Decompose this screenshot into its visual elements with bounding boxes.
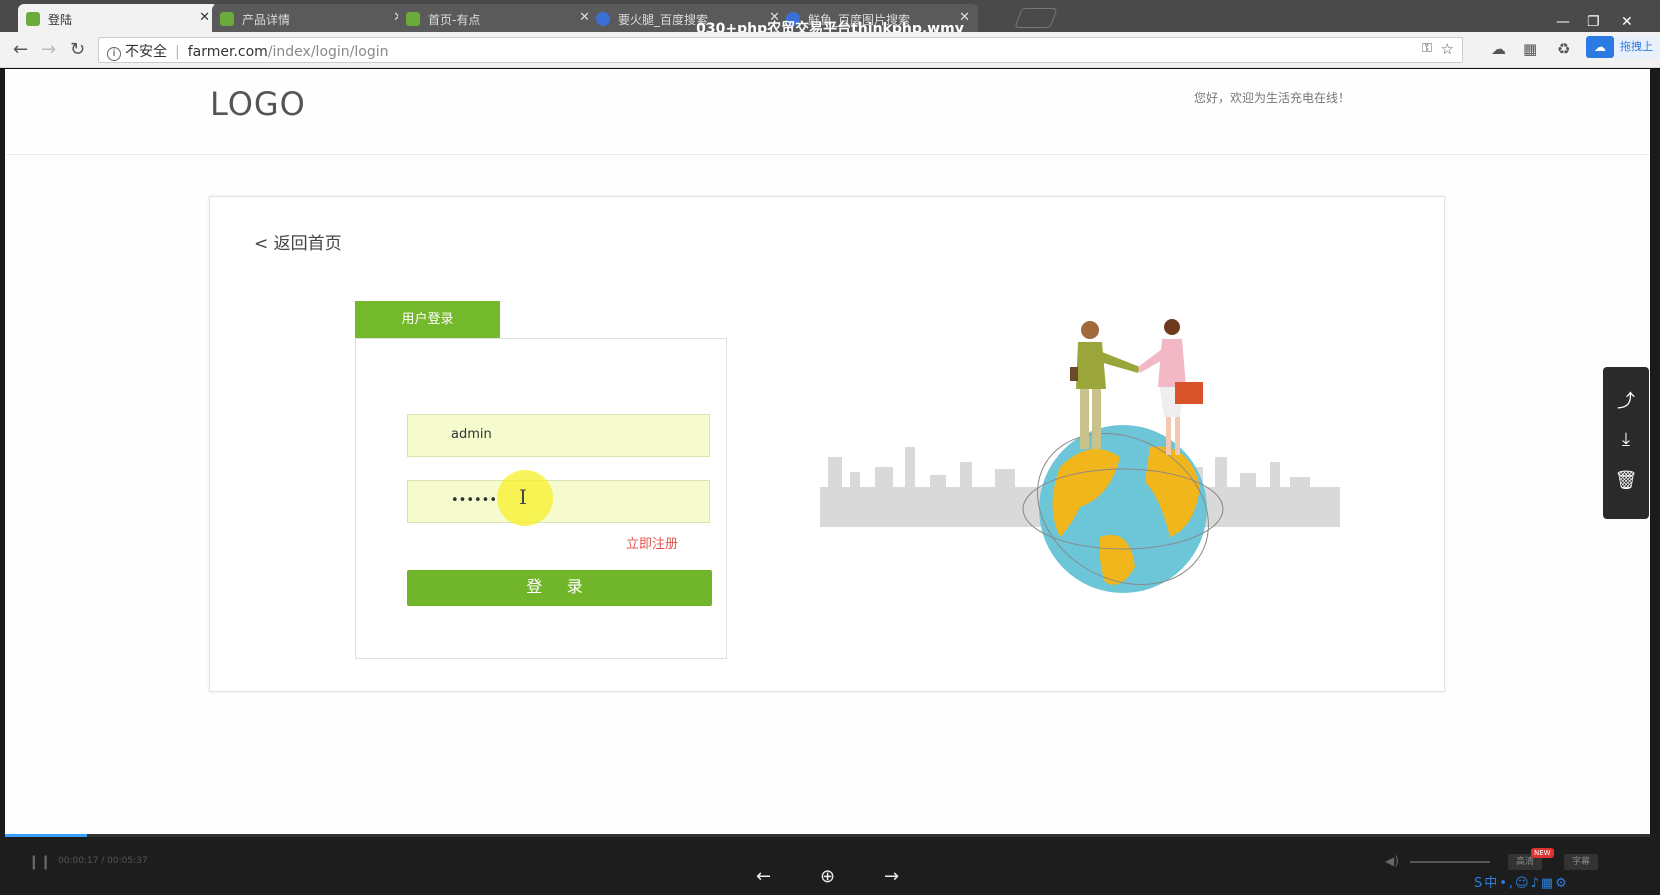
login-form: admin •••••• I 立即注册 登 录 <box>355 338 727 659</box>
username-input[interactable]: admin <box>407 414 710 457</box>
new-badge: NEW <box>1531 848 1554 858</box>
baidu-extension-icon[interactable]: ☁ <box>1586 36 1614 58</box>
forward-arrow-icon[interactable]: → <box>41 39 56 60</box>
url-input[interactable]: i 不安全 | farmer.com/index/login/login ⚿ ☆ <box>98 37 1463 63</box>
login-button[interactable]: 登 录 <box>407 570 712 606</box>
next-arrow-icon[interactable]: → <box>884 866 899 887</box>
reload-icon[interactable]: ↻ <box>70 39 85 60</box>
share-icon[interactable]: ⤴ <box>1603 387 1649 413</box>
side-tool-panel: ⤴ ⤓ 🗑 <box>1603 367 1649 519</box>
star-icon[interactable]: ☆ <box>1441 40 1454 58</box>
password-input[interactable]: •••••• <box>407 480 710 523</box>
zoom-icon[interactable]: ⊕ <box>820 866 835 887</box>
page-header: LOGO 您好，欢迎为生活充电在线！ <box>5 69 1650 155</box>
url-host: farmer.com <box>187 44 268 60</box>
security-label: 不安全 <box>125 44 167 60</box>
handshake-globe-illustration <box>820 319 1340 593</box>
back-arrow-icon[interactable]: ← <box>13 39 28 60</box>
video-player-bar: ❙❙ 00:00:17 / 00:05:37 ← ⊕ → ◀) 高清 NEW 字… <box>0 834 1660 895</box>
text-cursor-icon: I <box>519 485 527 509</box>
extension-text[interactable]: 拖拽上 <box>1614 36 1660 58</box>
delete-icon[interactable]: 🗑 <box>1603 470 1649 491</box>
recycle-extension-icon[interactable]: ♻ <box>1557 40 1570 58</box>
timecode: 00:00:17 / 00:05:37 <box>58 856 148 866</box>
restore-icon[interactable]: ❐ <box>1587 14 1600 30</box>
progress-fill <box>5 834 88 837</box>
volume-icon[interactable]: ◀) <box>1385 854 1399 868</box>
subtitle-button[interactable]: 字幕 <box>1564 854 1599 870</box>
back-home-link[interactable]: < 返回首页 <box>254 229 342 254</box>
key-icon[interactable]: ⚿ <box>1422 41 1432 56</box>
url-path: /index/login/login <box>267 44 389 60</box>
web-page: LOGO 您好，欢迎为生活充电在线！ < 返回首页 用户登录 admin •••… <box>5 69 1650 834</box>
ime-toolbar-icon[interactable]: S中•,☺♪▦⚙ <box>1474 872 1569 891</box>
download-icon[interactable]: ⤓ <box>1603 429 1649 450</box>
close-window-icon[interactable]: ✕ <box>1621 14 1633 30</box>
site-logo[interactable]: LOGO <box>210 85 306 123</box>
cloud-extension-icon[interactable]: ☁ <box>1491 40 1506 58</box>
info-icon[interactable]: i <box>107 47 121 61</box>
store-extension-icon[interactable]: ▦ <box>1523 40 1537 58</box>
welcome-text: 您好，欢迎为生活充电在线！ <box>1193 91 1350 105</box>
user-login-tab[interactable]: 用户登录 <box>355 301 500 338</box>
minimize-icon[interactable]: — <box>1556 14 1570 30</box>
window-edge <box>1650 69 1660 834</box>
login-card: < 返回首页 用户登录 admin •••••• I 立即注册 登 录 <box>209 196 1445 692</box>
address-bar: ← → ↻ i 不安全 | farmer.com/index/login/login … <box>0 32 1660 68</box>
register-link[interactable]: 立即注册 <box>626 533 678 552</box>
volume-slider[interactable] <box>1410 861 1490 863</box>
pause-icon[interactable]: ❙❙ <box>28 854 51 870</box>
progress-track[interactable] <box>5 834 1650 837</box>
previous-arrow-icon[interactable]: ← <box>756 866 771 887</box>
